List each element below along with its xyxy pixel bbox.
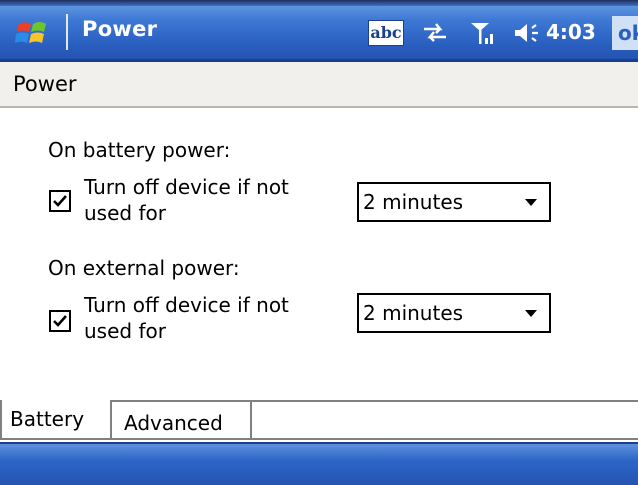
external-turn-off-label: Turn off device if not used for xyxy=(84,292,334,344)
battery-turn-off-label-line1: Turn off device if not xyxy=(84,175,289,199)
battery-timeout-dropdown[interactable]: 2 minutes xyxy=(357,182,551,222)
tab-advanced-label: Advanced xyxy=(124,411,223,435)
tab-strip-filler xyxy=(252,402,638,440)
battery-timeout-value: 2 minutes xyxy=(363,190,464,214)
title-bar: Power abc 4:03 ok xyxy=(0,0,638,62)
battery-power-heading: On battery power: xyxy=(48,138,231,162)
windows-start-icon[interactable] xyxy=(12,16,58,50)
clock[interactable]: 4:03 xyxy=(546,20,596,44)
external-turn-off-checkbox[interactable] xyxy=(49,310,71,332)
external-turn-off-label-line1: Turn off device if not xyxy=(84,293,289,317)
checkmark-icon xyxy=(53,195,67,207)
title-separator xyxy=(66,14,68,50)
advanced-tab-content: On battery power: Turn off device if not… xyxy=(0,108,638,400)
tab-battery-label: Battery xyxy=(10,407,85,431)
external-timeout-dropdown[interactable]: 2 minutes xyxy=(357,293,551,333)
dropdown-arrow-icon xyxy=(525,199,537,206)
window-title: Power xyxy=(82,17,158,41)
page-header: Power xyxy=(0,62,638,108)
external-turn-off-label-line2: used for xyxy=(84,319,166,343)
battery-turn-off-checkbox[interactable] xyxy=(49,190,71,212)
input-method-icon[interactable]: abc xyxy=(368,20,404,46)
menu-bar xyxy=(0,442,638,485)
sync-icon[interactable] xyxy=(420,20,450,46)
battery-turn-off-label-line2: used for xyxy=(84,201,166,225)
tab-strip: Battery Advanced xyxy=(0,400,638,442)
volume-icon[interactable] xyxy=(512,20,546,46)
tab-battery[interactable]: Battery xyxy=(0,400,112,440)
external-power-heading: On external power: xyxy=(48,256,240,280)
page-title: Power xyxy=(13,72,77,96)
dropdown-arrow-icon xyxy=(525,310,537,317)
checkmark-icon xyxy=(53,315,67,327)
signal-icon[interactable] xyxy=(468,20,498,46)
battery-turn-off-label: Turn off device if not used for xyxy=(84,174,334,226)
ok-button[interactable]: ok xyxy=(612,16,638,50)
external-timeout-value: 2 minutes xyxy=(363,301,464,325)
tab-advanced[interactable]: Advanced xyxy=(112,400,252,440)
title-bar-top-edge xyxy=(0,0,638,6)
power-settings-screen: Power abc 4:03 ok Power xyxy=(0,0,638,485)
